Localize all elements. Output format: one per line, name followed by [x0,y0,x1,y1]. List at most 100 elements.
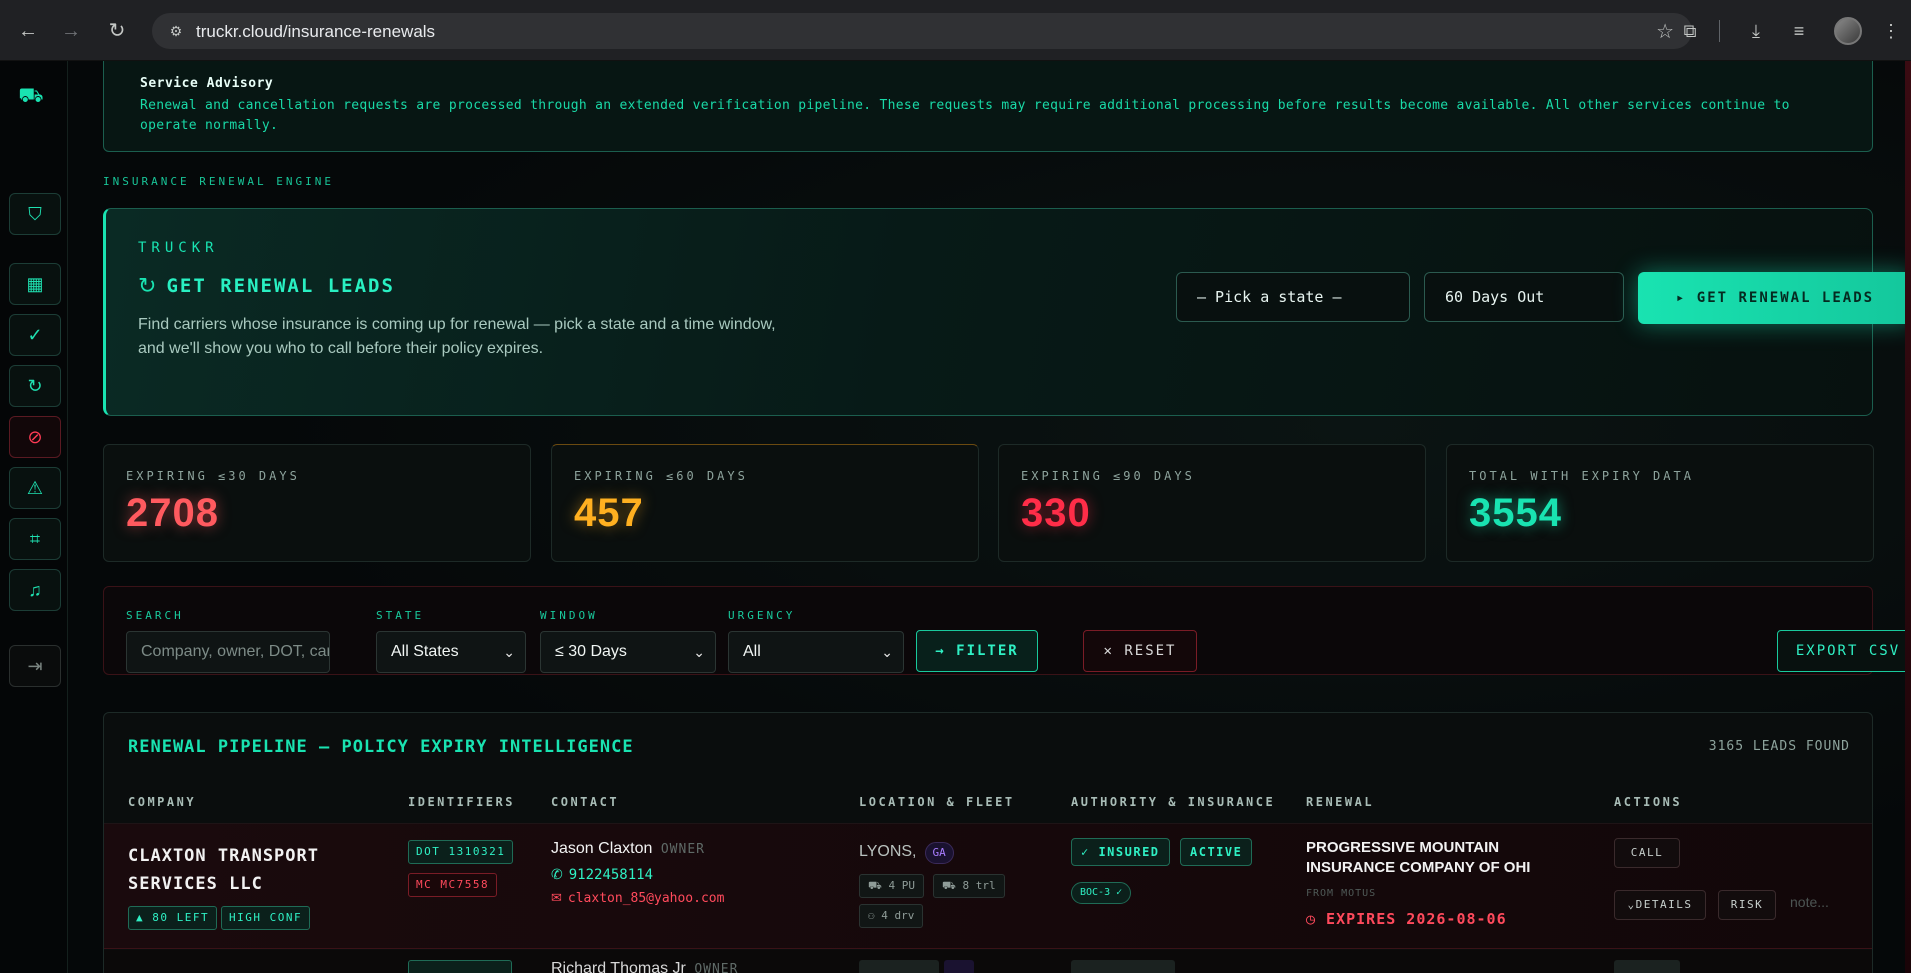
state-badge: GA [924,842,954,864]
section-label: INSURANCE RENEWAL ENGINE [103,175,334,188]
cancel-block-icon[interactable]: ⊘ [9,416,61,458]
table-row[interactable]: Richard Thomas Jr OWNER [104,950,1872,973]
insurer-name: PROGRESSIVE MOUNTAIN INSURANCE COMPANY O… [1306,839,1531,876]
authority-status-badge: ACTIVE [1180,838,1253,866]
location: LYONS, GA [859,842,954,864]
main-content: Service Advisory Renewal and cancellatio… [68,61,1911,973]
note-input[interactable]: note... [1790,894,1829,910]
contact-phone[interactable]: ✆ 9122458114 [551,867,653,883]
profile-avatar[interactable] [1834,17,1862,45]
urgency-filter-select[interactable]: All ⌄ [728,631,904,673]
bookmark-star-icon[interactable]: ☆ [1656,19,1674,44]
back-arrow-icon[interactable]: ← [15,18,41,44]
stat-value: 330 [1021,491,1091,535]
trailers-tag: ⛟ 8 trl [933,874,1005,898]
hero-description: Find carriers whose insurance is coming … [138,316,776,357]
window-filter-select[interactable]: ≤ 30 Days ⌄ [540,631,716,673]
address-bar[interactable]: ⚙ truckr.cloud/insurance-renewals ☆ [152,13,1692,49]
column-header-contact: CONTACT [551,795,620,809]
extensions-icon[interactable]: ⧉ [1677,18,1703,44]
brand-label: TRUCKR [138,240,219,256]
chevron-down-icon: ⌄ [693,644,705,660]
dot-number-tag [408,960,512,973]
export-csv-button[interactable]: EXPORT CSV [1777,630,1911,672]
table-row[interactable]: CLAXTON TRANSPORT SERVICES LLC ▲ 80 LEFT… [104,823,1872,949]
urgency-filter-value: All [743,643,761,660]
truck-logo-icon[interactable]: ⛟ [16,85,46,109]
insured-badge: ✓ INSURED [1071,838,1170,866]
contact-email[interactable]: ✉ claxton_85@yahoo.com [551,891,724,906]
logout-icon[interactable]: ⇥ [9,645,61,687]
renewal-refresh-icon[interactable]: ↻ [9,365,61,407]
urgency-filter-label: URGENCY [728,609,796,622]
shield-icon[interactable]: ⛉ [9,193,61,235]
media-controls-icon[interactable]: ≡ [1786,18,1812,44]
chevron-down-icon: ⌄ [881,644,893,660]
contact-role: OWNER [660,842,705,857]
column-header-identifiers: IDENTIFIERS [408,795,515,809]
state-filter-value: All States [391,643,459,660]
service-advisory: Service Advisory Renewal and cancellatio… [103,61,1873,152]
window-filter-label: WINDOW [540,609,598,622]
refresh-icon: ↻ [138,273,157,298]
mail-icon: ✉ [551,891,562,906]
contact-name-text: Richard Thomas Jr [551,960,686,973]
hero-title: GET RENEWAL LEADS [166,275,395,297]
drivers-tag: ⚇ 4 drv [859,904,924,928]
email-text: claxton_85@yahoo.com [567,891,725,906]
call-button[interactable]: CALL [1614,838,1680,868]
state-filter-label: STATE [376,609,425,622]
phone-icon: ✆ [551,867,563,883]
dashboard-grid-icon[interactable]: ▦ [9,263,61,305]
contact-role: OWNER [694,962,739,973]
get-renewal-leads-button[interactable]: ▸ GET RENEWAL LEADS [1638,272,1911,324]
bell-icon[interactable]: ♫ [9,569,61,611]
window-filter-value: ≤ 30 Days [555,643,627,660]
warning-icon[interactable]: ⚠ [9,467,61,509]
app-sidebar: ⛟ ⛉ ▦ ✓ ↻ ⊘ ⚠ ⌗ ♫ ⇥ [0,61,68,973]
mc-number-tag: MC MC7558 [408,873,498,897]
site-info-icon[interactable]: ⚙ [166,21,186,41]
days-out-picker[interactable]: 60 Days Out [1424,272,1624,322]
call-button[interactable] [1614,960,1680,973]
reset-button[interactable]: ✕ RESET [1083,630,1197,672]
details-button[interactable]: ⌄DETAILS [1614,890,1706,920]
stat-label: EXPIRING ≤60 DAYS [574,469,748,483]
forward-arrow-icon[interactable]: → [58,18,84,44]
filter-button[interactable]: → FILTER [916,630,1038,672]
chevron-down-icon: ⌄ [503,644,515,660]
scan-icon[interactable]: ⌗ [9,518,61,560]
search-input[interactable]: Company, owner, DOT, carr [126,631,330,673]
stat-label: TOTAL WITH EXPIRY DATA [1469,469,1694,483]
location [859,960,939,973]
downloads-icon[interactable]: ⤓ [1743,18,1769,44]
insurer-source: FROM MOTUS [1306,888,1377,899]
reload-icon[interactable]: ↻ [104,18,130,44]
risk-button[interactable]: RISK [1718,890,1776,920]
stat-card-90-days: EXPIRING ≤90 DAYS 330 [998,444,1426,562]
stat-value: 2708 [126,491,219,535]
column-header-company: COMPANY [128,795,197,809]
contact-name: Jason Claxton OWNER [551,840,705,858]
browser-toolbar: ← → ↻ ⚙ truckr.cloud/insurance-renewals … [0,0,1911,61]
filter-bar: SEARCH Company, owner, DOT, carr STATE A… [103,586,1911,675]
power-units-tag: ⛟ 4 PU [859,874,924,898]
stat-card-60-days: EXPIRING ≤60 DAYS 457 [551,444,979,562]
stat-card-total: TOTAL WITH EXPIRY DATA 3554 [1446,444,1874,562]
phone-text: 9122458114 [568,867,654,883]
renewal-leads-card: TRUCKR ↻ GET RENEWAL LEADS Find carriers… [103,208,1911,416]
state-picker[interactable]: – Pick a state – [1176,272,1410,322]
stat-value: 457 [574,491,644,535]
stat-value: 3554 [1469,491,1562,535]
check-icon[interactable]: ✓ [9,314,61,356]
state-badge [944,960,974,973]
days-left-badge: ▲ 80 LEFT [128,906,218,930]
state-filter-select[interactable]: All States ⌄ [376,631,526,673]
contact-name-text: Jason Claxton [551,840,653,857]
column-header-actions: ACTIONS [1614,795,1683,809]
browser-menu-icon[interactable]: ⋮ [1878,18,1904,44]
contact-name: Richard Thomas Jr OWNER [551,960,738,973]
company-name[interactable]: CLAXTON TRANSPORT SERVICES LLC [128,842,358,898]
url-text[interactable]: truckr.cloud/insurance-renewals [196,22,435,42]
city-text: LYONS, [859,843,917,860]
